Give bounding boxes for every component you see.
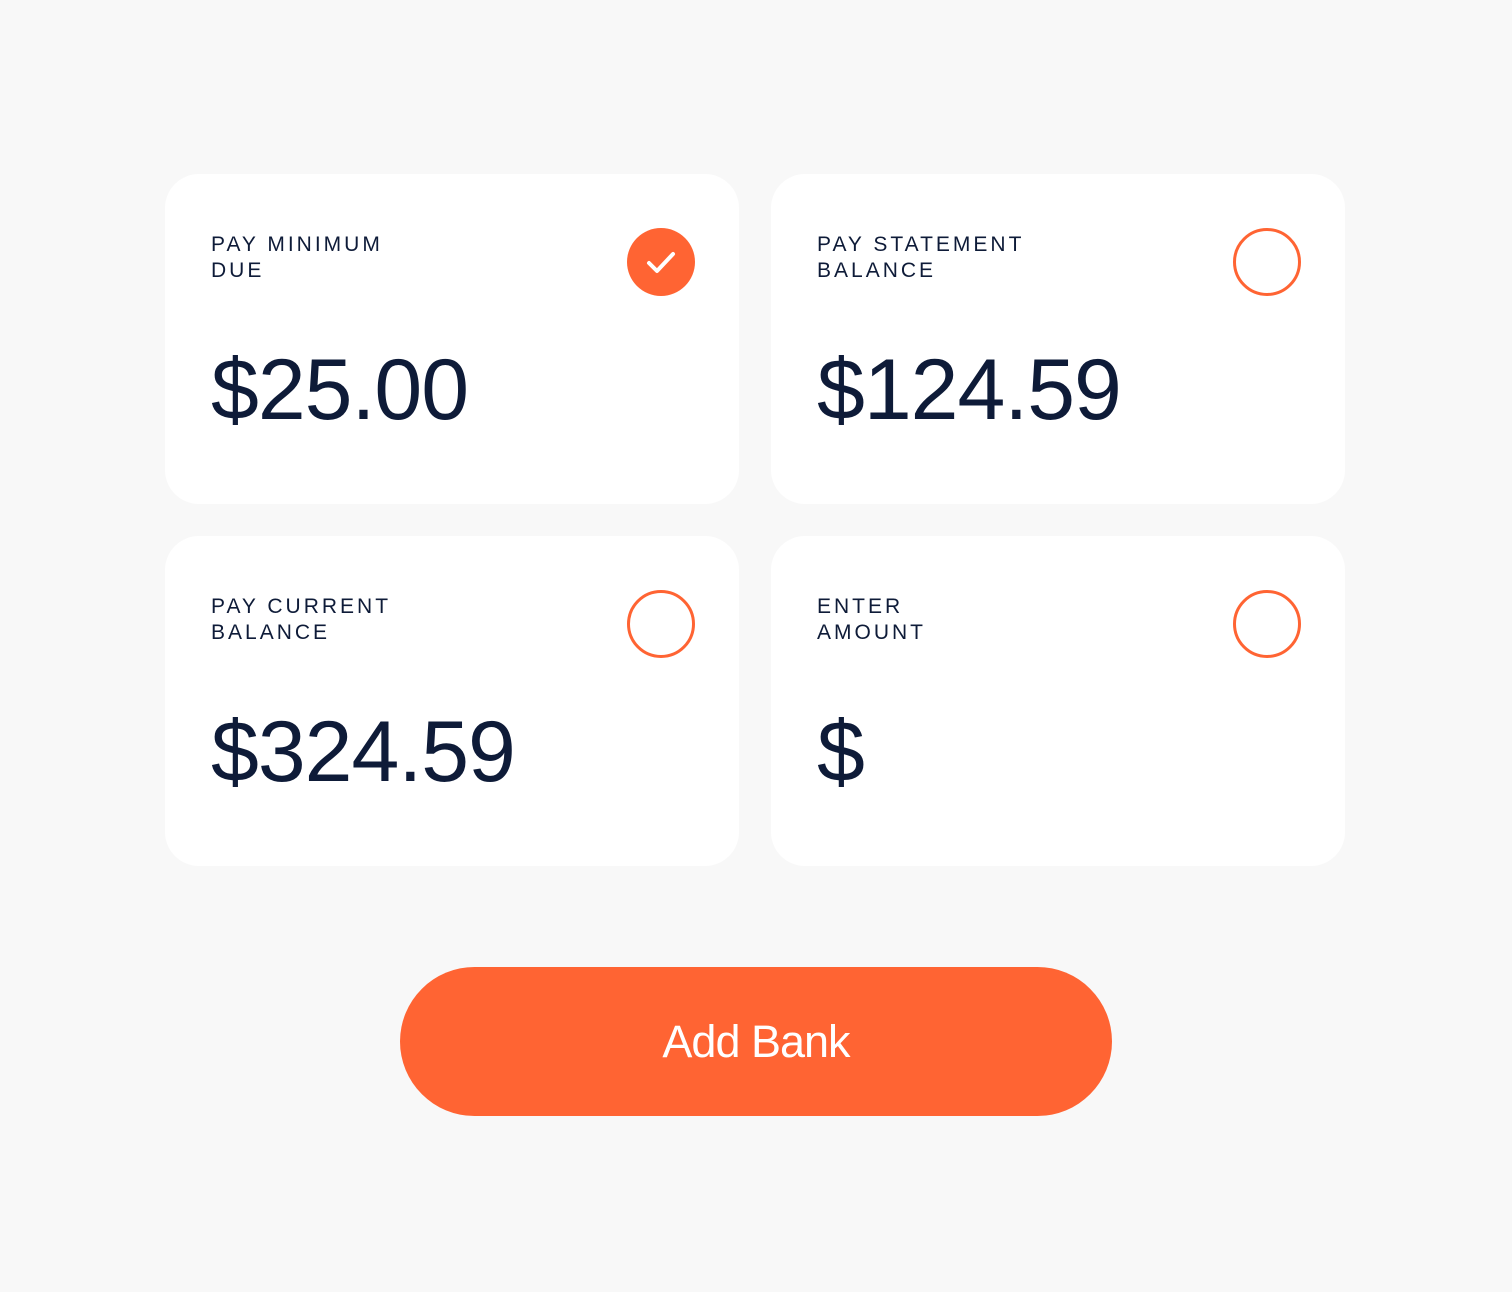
option-radio-unselected[interactable] bbox=[1233, 228, 1301, 296]
option-label-line2: AMOUNT bbox=[817, 621, 926, 644]
option-label-line2: DUE bbox=[211, 259, 265, 282]
option-label-line1: PAY STATEMENT bbox=[817, 233, 1025, 256]
option-amount: $124.59 bbox=[817, 342, 1122, 438]
option-label: ENTER AMOUNT bbox=[817, 594, 926, 646]
option-label: PAY MINIMUM DUE bbox=[211, 232, 383, 284]
option-radio-selected[interactable] bbox=[627, 228, 695, 296]
custom-amount-input[interactable] bbox=[864, 704, 1265, 800]
currency-symbol: $ bbox=[817, 704, 865, 800]
add-bank-button[interactable]: Add Bank bbox=[400, 967, 1112, 1116]
option-radio-unselected[interactable] bbox=[627, 590, 695, 658]
payment-options-page: PAY MINIMUM DUE $25.00 PAY STATEMENT BAL… bbox=[0, 0, 1512, 1292]
option-card-pay-current-balance[interactable]: PAY CURRENT BALANCE $324.59 bbox=[165, 536, 739, 866]
option-radio-unselected[interactable] bbox=[1233, 590, 1301, 658]
option-amount: $324.59 bbox=[211, 704, 516, 800]
checkmark-icon bbox=[647, 252, 675, 273]
option-label: PAY CURRENT BALANCE bbox=[211, 594, 391, 646]
option-label-line1: ENTER bbox=[817, 595, 904, 618]
option-card-pay-statement-balance[interactable]: PAY STATEMENT BALANCE $124.59 bbox=[771, 174, 1345, 504]
option-label-line2: BALANCE bbox=[817, 259, 937, 282]
option-card-pay-minimum-due[interactable]: PAY MINIMUM DUE $25.00 bbox=[165, 174, 739, 504]
custom-amount-field: $ bbox=[817, 704, 1297, 800]
option-label-line2: BALANCE bbox=[211, 621, 331, 644]
option-card-enter-amount[interactable]: ENTER AMOUNT $ bbox=[771, 536, 1345, 866]
option-label-line1: PAY MINIMUM bbox=[211, 233, 383, 256]
option-amount: $25.00 bbox=[211, 342, 469, 438]
option-label: PAY STATEMENT BALANCE bbox=[817, 232, 1024, 284]
option-label-line1: PAY CURRENT bbox=[211, 595, 392, 618]
